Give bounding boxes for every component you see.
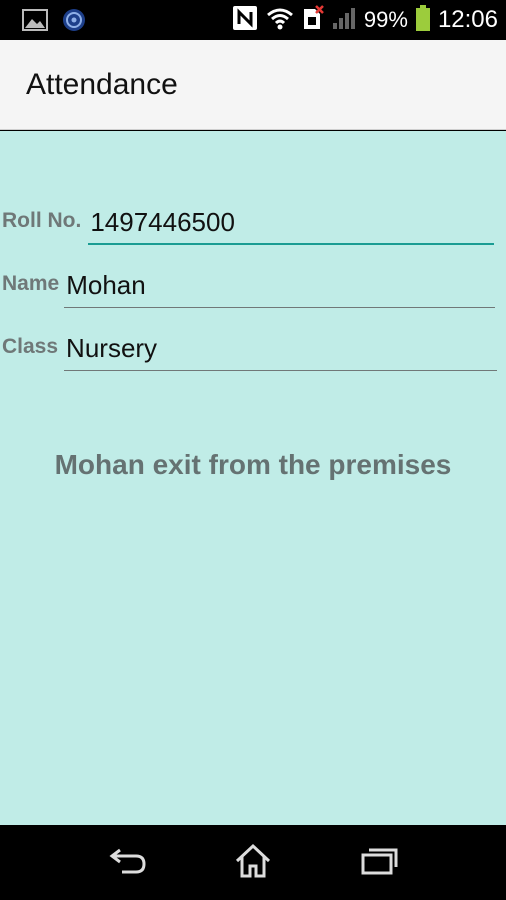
roll-no-label: Roll No. bbox=[2, 209, 82, 232]
back-icon bbox=[108, 846, 148, 881]
battery-icon bbox=[415, 4, 430, 36]
home-button[interactable] bbox=[231, 843, 275, 884]
roll-no-input[interactable] bbox=[88, 201, 495, 245]
nfc-icon bbox=[232, 5, 258, 36]
app-bar: Attendance bbox=[0, 40, 506, 130]
name-row: Name bbox=[0, 264, 496, 308]
app-title: Attendance bbox=[26, 68, 178, 101]
app-notification-icon bbox=[62, 8, 86, 37]
back-button[interactable] bbox=[106, 845, 150, 881]
home-icon bbox=[233, 843, 273, 884]
class-input[interactable] bbox=[64, 327, 498, 371]
status-bar: 99% 12:06 bbox=[0, 0, 506, 40]
system-icons: 99% 12:06 bbox=[232, 4, 498, 36]
signal-icon bbox=[332, 6, 356, 35]
navigation-bar bbox=[0, 825, 506, 900]
name-input[interactable] bbox=[64, 264, 496, 308]
wifi-icon bbox=[266, 6, 294, 35]
status-message: Mohan exit from the premises bbox=[54, 449, 452, 480]
recent-apps-icon bbox=[359, 846, 399, 881]
class-row: Class bbox=[0, 327, 498, 371]
notification-icons bbox=[22, 8, 86, 37]
battery-percent: 99% bbox=[363, 7, 408, 32]
attendance-content: Roll No. Name Class Mohan exit from the … bbox=[0, 131, 506, 825]
roll-no-row: Roll No. bbox=[0, 201, 495, 245]
clock: 12:06 bbox=[437, 6, 498, 33]
name-label: Name bbox=[2, 272, 60, 295]
image-icon bbox=[22, 8, 48, 37]
sim-alert-icon bbox=[302, 4, 324, 36]
class-label: Class bbox=[2, 335, 59, 358]
recent-apps-button[interactable] bbox=[357, 845, 401, 881]
